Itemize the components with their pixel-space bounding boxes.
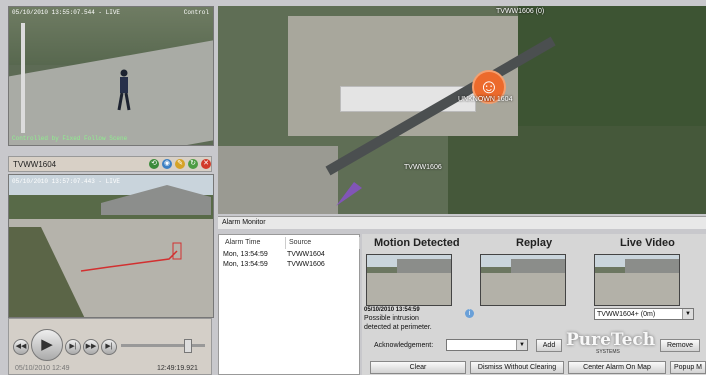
dismiss-without-clearing-button[interactable]: Dismiss Without Clearing	[470, 361, 564, 374]
info-icon[interactable]: i	[465, 309, 474, 318]
motion-detected-header: Motion Detected	[374, 237, 460, 249]
event-description-line1: Possible intrusion	[364, 315, 419, 322]
event-description-line2: detected at perimeter.	[364, 324, 432, 331]
timeline-slider-knob[interactable]	[183, 339, 192, 353]
camera1-mode: Control	[183, 9, 209, 16]
center-alarm-on-map-button[interactable]: Center Alarm On Map	[568, 361, 666, 374]
camera2-title: TVWW1604	[13, 160, 57, 169]
replay-header: Replay	[516, 237, 553, 249]
event-timestamp: 05/10/2010 13:54:59	[364, 307, 420, 313]
motion-snapshot[interactable]	[366, 254, 452, 306]
alarm-time: Mon, 13:54:59	[223, 251, 268, 258]
camera1-timestamp: 05/10/2010 13:55:07.544 - LIVE	[12, 9, 121, 16]
edit-icon[interactable]: ✎	[175, 159, 185, 169]
alarm-detail-panel: Motion Detected Replay Live Video 05/10/…	[362, 234, 706, 375]
timeline-slider[interactable]	[121, 344, 205, 347]
snapshot-shed	[511, 259, 565, 273]
snapshot-ground	[595, 273, 679, 305]
popup-map-button[interactable]: Popup M	[670, 361, 706, 374]
column-header-alarm-time[interactable]: Alarm Time	[219, 237, 286, 249]
remove-button[interactable]: Remove	[660, 339, 700, 352]
snapshot-icon[interactable]: ◉	[162, 159, 172, 169]
play-button[interactable]: ▶	[31, 329, 63, 361]
camera-view-2[interactable]: 05/10/2010 13:57:07.443 - LIVE	[8, 174, 214, 318]
ptz-icon[interactable]: ⟲	[149, 159, 159, 169]
camera2-titlebar: TVWW1604 ⟲ ◉ ✎ ↻ ✕	[8, 156, 212, 172]
camera-view-1[interactable]: 05/10/2010 13:55:07.544 - LIVE Control C…	[8, 6, 214, 146]
alarm-row[interactable]: Mon, 13:54:59 TVWW1604	[223, 251, 325, 258]
snapshot-ground	[481, 273, 565, 305]
snapshot-shed	[397, 259, 451, 273]
close-icon[interactable]: ✕	[201, 159, 211, 169]
alarm-time: Mon, 13:54:59	[223, 261, 268, 268]
camera-fov-icon	[336, 182, 362, 206]
track-path	[80, 242, 182, 272]
map-forest-south	[448, 126, 706, 214]
map-camera-label: TVWW1606	[404, 164, 442, 171]
camera-select[interactable]: TVWW1604+ (0m) ▼	[594, 308, 694, 320]
playback-controls: ◀◀ ▶ ▶| ▶▶ ▶| 05/10/2010 12:49 12:49:19.…	[8, 318, 212, 375]
person-figure	[117, 69, 131, 111]
alarm-row[interactable]: Mon, 13:54:59 TVWW1606	[223, 261, 325, 268]
alarm-source: TVWW1606	[287, 261, 325, 268]
snapshot-ground	[367, 273, 451, 305]
playback-date: 05/10/2010 12:49	[15, 365, 70, 372]
alarm-monitor-title: Alarm Monitor	[222, 219, 266, 226]
live-video-header: Live Video	[620, 237, 675, 249]
alarm-marker-label: UNKNOWN 1604	[458, 96, 513, 103]
puretech-logo: PureTech	[566, 330, 656, 350]
skip-end-icon[interactable]: ▶|	[101, 339, 117, 355]
playback-time: 12:49:19.921	[157, 365, 198, 372]
camera1-footer: Controlled by Fixed Follow Scene	[12, 135, 128, 142]
rewind-icon[interactable]: ◀◀	[13, 339, 29, 355]
step-forward-icon[interactable]: ▶|	[65, 339, 81, 355]
acknowledgement-select[interactable]: ▼	[446, 339, 528, 351]
chevron-down-icon: ▼	[682, 309, 693, 319]
site-map[interactable]: TVWW1606 (0) ☺ UNKNOWN 1604 TVWW1606	[218, 6, 706, 214]
alarm-monitor-titlebar: Alarm Monitor	[218, 216, 706, 229]
camera-select-value: TVWW1604+ (0m)	[597, 311, 656, 318]
alarm-source: TVWW1604	[287, 251, 325, 258]
live-video[interactable]	[594, 254, 680, 306]
clear-button[interactable]: Clear	[370, 361, 466, 374]
fast-forward-icon[interactable]: ▶▶	[83, 339, 99, 355]
alarm-list[interactable]: Alarm Time Source Mon, 13:54:59 TVWW1604…	[218, 234, 360, 375]
column-header-source[interactable]: Source	[285, 237, 360, 249]
snapshot-shed	[625, 259, 679, 273]
map-camera-top-label: TVWW1606 (0)	[496, 8, 545, 15]
map-yard-west	[218, 146, 338, 214]
camera-scene-fence	[21, 23, 25, 133]
acknowledgement-label: Acknowledgement:	[374, 342, 434, 349]
puretech-logo-sub: SYSTEMS	[596, 349, 620, 355]
add-button[interactable]: Add	[536, 339, 562, 352]
refresh-icon[interactable]: ↻	[188, 159, 198, 169]
camera2-timestamp: 05/10/2010 13:57:07.443 - LIVE	[12, 178, 121, 185]
chevron-down-icon: ▼	[516, 340, 527, 350]
replay-video[interactable]	[480, 254, 566, 306]
